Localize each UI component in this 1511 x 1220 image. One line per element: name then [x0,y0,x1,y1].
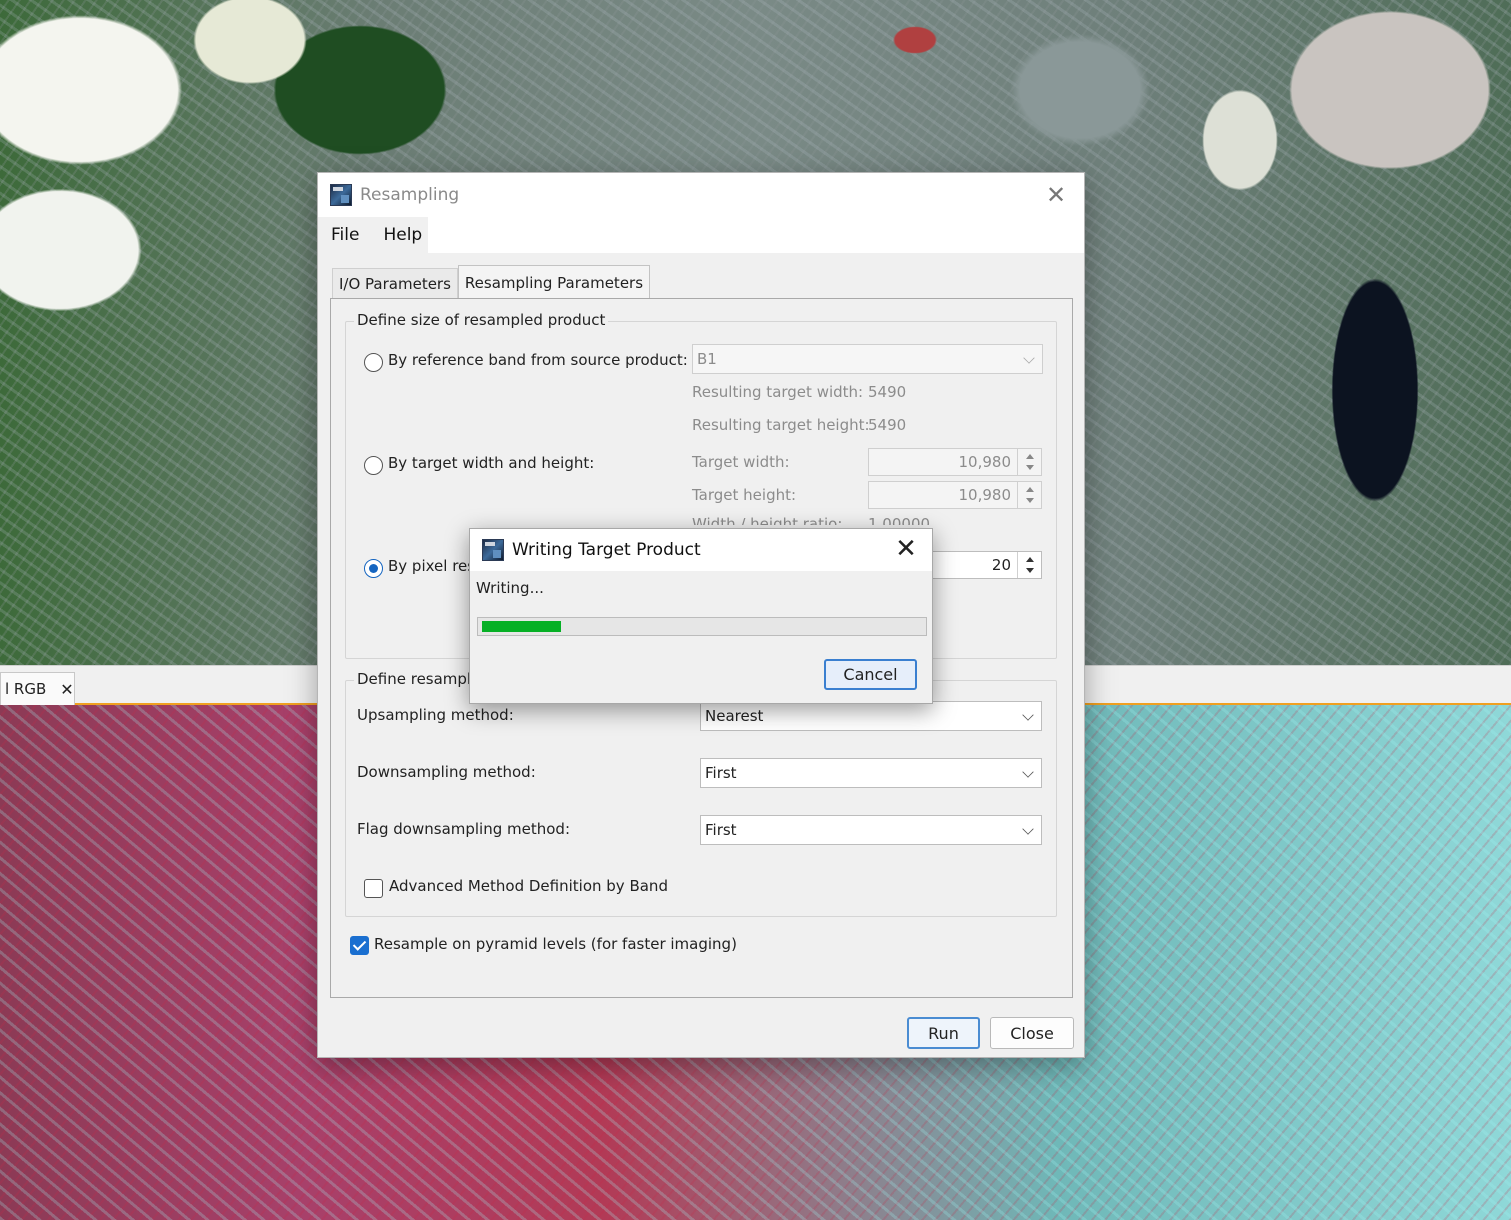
dialog-titlebar[interactable]: Resampling ✕ [318,173,1084,217]
target-height-label: Target height: [692,486,797,504]
ratio-label: Width / height ratio: [692,515,843,525]
progress-bar [477,617,927,636]
upsampling-value: Nearest [705,707,764,725]
close-icon[interactable]: ✕ [1042,181,1070,209]
radio-by-reference-band[interactable] [364,353,383,372]
result-width-label: Resulting target width: [692,383,864,401]
advanced-method-checkbox[interactable] [364,879,383,898]
snap-app-icon [330,184,352,206]
tab-io-parameters[interactable]: I/O Parameters [332,268,458,299]
upsampling-select[interactable]: Nearest [700,701,1042,731]
size-group-title: Define size of resampled product [354,311,609,329]
menu-file[interactable]: File [318,225,370,245]
spinner-arrows-icon[interactable] [1017,552,1041,578]
image-view-tab[interactable]: l RGB ✕ [0,672,75,705]
target-height-value: 10,980 [958,486,1012,504]
target-width-label: Target width: [692,453,790,471]
result-height-value: 5490 [868,416,907,434]
by-reference-label: By reference band from source product: [388,351,688,369]
pyramid-levels-checkbox[interactable] [350,936,369,955]
chevron-down-icon [1022,823,1034,835]
cancel-button[interactable]: Cancel [824,659,917,690]
image-view-tab-label: l RGB [5,680,47,698]
progress-dialog-title: Writing Target Product [512,540,701,560]
close-icon[interactable]: ✕ [892,535,920,563]
target-height-spinner[interactable]: 10,980 [868,481,1042,509]
close-icon[interactable]: ✕ [60,680,73,699]
reference-band-value: B1 [697,350,717,368]
spinner-arrows-icon[interactable] [1017,482,1041,508]
progress-bar-fill [482,621,561,632]
flag-downsampling-label: Flag downsampling method: [357,820,571,838]
flag-downsampling-select[interactable]: First [700,815,1042,845]
downsampling-value: First [705,764,737,782]
chevron-down-icon [1022,709,1034,721]
chevron-down-icon [1023,352,1035,364]
flag-downsampling-value: First [705,821,737,839]
tab-resampling-parameters[interactable]: Resampling Parameters [457,265,651,299]
menu-help[interactable]: Help [370,225,433,245]
target-width-value: 10,980 [958,453,1012,471]
tab-strip: I/O Parameters Resampling Parameters [332,265,651,299]
radio-by-width-height[interactable] [364,456,383,475]
progress-dialog-titlebar[interactable]: Writing Target Product ✕ [470,529,932,571]
chevron-down-icon [1022,766,1034,778]
pixel-resolution-value: 20 [991,556,1011,574]
writing-progress-dialog: Writing Target Product ✕ Writing... Canc… [469,528,933,704]
target-width-spinner[interactable]: 10,980 [868,448,1042,476]
reference-band-select[interactable]: B1 [692,344,1043,374]
snap-app-icon [482,539,504,561]
progress-status: Writing... [476,579,544,597]
method-group: Define resampling algorithm Upsampling m… [345,670,1057,917]
result-width-value: 5490 [868,383,907,401]
spinner-arrows-icon[interactable] [1017,449,1041,475]
radio-by-pixel-resolution[interactable] [364,559,383,578]
upsampling-label: Upsampling method: [357,706,514,724]
downsampling-select[interactable]: First [700,758,1042,788]
advanced-method-label: Advanced Method Definition by Band [389,877,668,895]
close-button[interactable]: Close [990,1017,1074,1049]
downsampling-label: Downsampling method: [357,763,536,781]
result-height-label: Resulting target height: [692,416,870,434]
by-width-height-label: By target width and height: [388,454,595,472]
run-button[interactable]: Run [907,1017,980,1049]
dialog-title: Resampling [360,185,460,205]
menubar: File Help [318,217,1084,253]
pyramid-levels-label: Resample on pyramid levels (for faster i… [374,935,737,953]
ratio-value: 1.00000 [868,515,931,525]
